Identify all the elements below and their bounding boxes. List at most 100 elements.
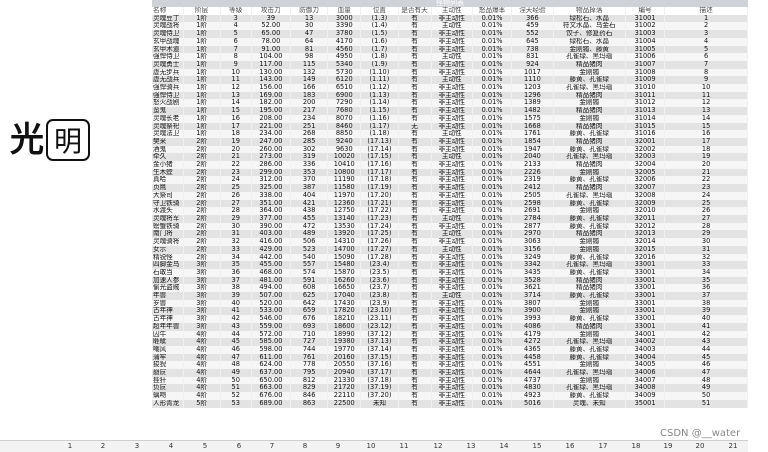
table-cell[interactable]: 非主动性	[431, 338, 473, 346]
table-cell[interactable]: 非主动性	[431, 68, 473, 77]
table-cell[interactable]: 3阶	[183, 261, 221, 269]
table-cell[interactable]: 非主动性	[431, 222, 473, 231]
table-cell[interactable]: 34008	[625, 384, 666, 393]
table-cell[interactable]: 3阶	[183, 299, 221, 308]
table-cell[interactable]: 非主动性	[431, 207, 473, 215]
table-cell[interactable]: 金刚镯	[553, 307, 626, 316]
table-cell[interactable]: 有	[398, 60, 432, 69]
table-cell[interactable]: 319	[290, 153, 329, 162]
table-cell[interactable]: 金刚镯	[553, 114, 626, 123]
table-cell[interactable]: (1.10)	[360, 68, 399, 77]
table-cell[interactable]: 710	[290, 330, 329, 339]
table-cell[interactable]: 3900	[511, 307, 554, 316]
table-cell[interactable]: 怒火战剧	[152, 99, 184, 108]
table-cell[interactable]: 1阶	[183, 60, 221, 69]
table-cell[interactable]: 1761	[511, 130, 554, 138]
table-cell[interactable]: 主动性	[431, 245, 473, 254]
table-cell[interactable]: 牵久	[152, 153, 184, 162]
table-cell[interactable]: 囚牛	[152, 330, 184, 339]
table-cell[interactable]: 268	[290, 130, 329, 138]
table-cell[interactable]: 13	[664, 107, 748, 115]
table-cell[interactable]: 主动性	[431, 230, 473, 239]
table-cell[interactable]: 6	[664, 53, 748, 61]
table-cell[interactable]: 非主动性	[431, 284, 473, 293]
table-cell[interactable]: 1389	[511, 99, 554, 108]
table-cell[interactable]: 0.01%	[472, 245, 513, 254]
table-cell[interactable]: 主动性	[431, 53, 473, 61]
table-cell[interactable]: 13	[290, 14, 329, 23]
table-cell[interactable]: 27	[664, 214, 748, 223]
table-cell[interactable]: 31006	[625, 53, 666, 61]
table-cell[interactable]: 32008	[625, 191, 666, 200]
table-cell[interactable]: 0.01%	[472, 330, 513, 339]
table-cell[interactable]: 32013	[625, 230, 666, 239]
table-cell[interactable]: 有	[398, 322, 432, 331]
table-cell[interactable]: 3阶	[183, 292, 221, 300]
table-cell[interactable]: 7680	[327, 107, 362, 115]
table-cell[interactable]: 9	[664, 76, 748, 85]
table-cell[interactable]: 18210	[327, 315, 362, 323]
table-cell[interactable]: 10	[220, 68, 252, 77]
table-cell[interactable]: (17.23)	[360, 214, 399, 223]
table-cell[interactable]: 812	[290, 376, 329, 385]
table-cell[interactable]: 有	[398, 91, 432, 100]
table-cell[interactable]: 4923	[511, 392, 554, 400]
table-cell[interactable]: 大祭司	[152, 191, 184, 200]
table-cell[interactable]: 34005	[625, 361, 666, 370]
table-cell[interactable]: 3621	[511, 284, 554, 293]
table-cell[interactable]: 52.00	[251, 22, 292, 31]
table-cell[interactable]: 孔雀绿、黑玛瑙	[553, 384, 626, 393]
table-cell[interactable]: 17820	[327, 307, 362, 316]
table-cell[interactable]: 3156	[511, 245, 554, 254]
table-cell[interactable]: 3000	[327, 14, 362, 23]
table-cell[interactable]: 非主动性	[431, 184, 473, 192]
table-cell[interactable]: 1阶	[183, 14, 221, 23]
table-cell[interactable]: 693	[290, 322, 329, 331]
table-cell[interactable]: 0.01%	[472, 76, 513, 85]
table-cell[interactable]: 2阶	[183, 176, 221, 185]
table-cell[interactable]: 31011	[625, 91, 666, 100]
table-cell[interactable]: 真哈	[152, 176, 184, 185]
table-cell[interactable]: 15	[220, 107, 252, 115]
table-cell[interactable]: (37.15)	[360, 353, 399, 362]
table-cell[interactable]: 149	[290, 76, 329, 85]
table-cell[interactable]: 387	[290, 184, 329, 192]
table-cell[interactable]: 有	[398, 114, 432, 123]
table-cell[interactable]: 32	[220, 238, 252, 246]
table-cell[interactable]: 727	[290, 338, 329, 346]
table-cell[interactable]: 533.00	[251, 307, 292, 316]
table-cell[interactable]: 有	[398, 230, 432, 239]
table-cell[interactable]: 34002	[625, 338, 666, 346]
table-cell[interactable]: 2阶	[183, 184, 221, 192]
table-cell[interactable]: 585.00	[251, 338, 292, 346]
table-cell[interactable]: 有	[398, 222, 432, 231]
table-cell[interactable]: 33001	[625, 261, 666, 269]
table-cell[interactable]: 精品猪肉	[553, 107, 626, 115]
table-cell[interactable]: 古年神	[152, 315, 184, 323]
table-cell[interactable]: 页鹰	[152, 184, 184, 192]
table-cell[interactable]: 未知	[360, 399, 399, 408]
table-cell[interactable]: 2阶	[183, 238, 221, 246]
table-cell[interactable]: 6	[220, 37, 252, 46]
table-cell[interactable]: 744	[290, 345, 329, 354]
table-cell[interactable]: 34004	[625, 353, 666, 362]
table-cell[interactable]: 非主动性	[431, 114, 473, 123]
table-cell[interactable]: 50	[664, 392, 748, 400]
table-cell[interactable]: 0.01%	[472, 392, 513, 400]
table-cell[interactable]: 2阶	[183, 191, 221, 200]
table-cell[interactable]: 非主动性	[431, 168, 473, 177]
table-cell[interactable]: 守卫铁骑	[152, 199, 184, 208]
table-cell[interactable]: 3993	[511, 315, 554, 323]
table-cell[interactable]: 0.01%	[472, 284, 513, 293]
table-cell[interactable]: (1.12)	[360, 84, 399, 92]
table-cell[interactable]: 831	[511, 53, 554, 61]
table-cell[interactable]: 364.00	[251, 207, 292, 215]
table-cell[interactable]: 金刚镯	[553, 168, 626, 177]
table-cell[interactable]: 孔雀绿、黑玛瑙	[553, 84, 626, 92]
table-cell[interactable]: 0.01%	[472, 276, 513, 285]
table-cell[interactable]: 无	[398, 122, 432, 131]
table-cell[interactable]: 强悍骑兵	[152, 84, 184, 92]
table-cell[interactable]: (37.19)	[360, 384, 399, 393]
table-cell[interactable]: 精品猪肉	[553, 122, 626, 131]
table-cell[interactable]: 有	[398, 399, 432, 408]
